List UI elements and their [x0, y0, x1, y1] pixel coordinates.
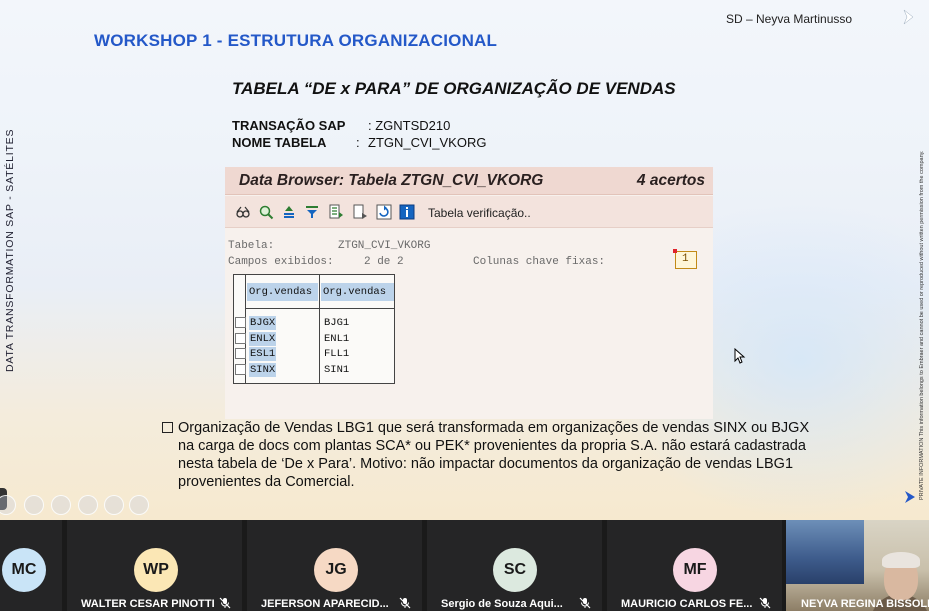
participant-name: MAURICIO CARLOS FE... — [621, 598, 753, 610]
transacao-value: : ZGNTSD210 — [368, 118, 451, 133]
campos-label: Campos exibidos: — [228, 256, 334, 268]
key-columns-input[interactable]: 1 — [673, 249, 697, 269]
next-arrow-icon[interactable] — [900, 8, 918, 26]
avatar: SC — [493, 548, 537, 592]
pen-icon[interactable] — [51, 495, 71, 515]
table-row[interactable]: BJGX BJG1 — [234, 316, 394, 331]
participant-tile[interactable]: WP WALTER CESAR PINOTTI — [67, 520, 242, 611]
next-slide-icon[interactable] — [24, 495, 44, 515]
bullet-checkbox-icon — [162, 422, 173, 433]
table-row[interactable]: ESL1 FLL1 — [234, 347, 394, 362]
table-title: TABELA “DE x PARA” DE ORGANIZAÇÃO DE VEN… — [232, 79, 676, 98]
participants-strip: MC WP WALTER CESAR PINOTTI JG JEFERSON A… — [0, 520, 929, 611]
private-information-notice: PRIVATE INFORMATION This information bel… — [919, 150, 925, 500]
row-select-checkbox[interactable] — [235, 333, 246, 344]
row-key: SINX — [249, 363, 277, 377]
column-header[interactable]: Org.vendas — [321, 283, 394, 301]
glasses-icon[interactable] — [235, 204, 251, 220]
nome-tabela-value: ZTGN_CVI_VKORG — [368, 135, 487, 150]
avatar: WP — [134, 548, 178, 592]
bullet-text: Organização de Vendas LBG1 que será tran… — [178, 420, 810, 490]
layout-icon[interactable] — [352, 204, 368, 220]
presentation-slide: SD – Neyva Martinusso WORKSHOP 1 - ESTRU… — [0, 0, 929, 520]
avatar: MC — [2, 548, 46, 592]
table-row[interactable]: SINX SIN1 — [234, 363, 394, 378]
info-icon[interactable] — [399, 204, 415, 220]
row-key: BJGX — [249, 316, 277, 330]
mic-muted-icon — [579, 597, 591, 609]
avatar: MF — [673, 548, 717, 592]
next-slide-arrow-icon[interactable] — [903, 490, 917, 504]
sap-hit-count: 4 acertos — [636, 172, 705, 189]
mouse-cursor-icon — [734, 348, 746, 364]
participant-tile[interactable]: JG JEFERSON APARECID... — [247, 520, 422, 611]
participant-video-tile[interactable]: NEYVA REGINA BISSOLI — [786, 520, 929, 611]
mic-muted-icon — [759, 597, 771, 609]
sap-header: Data Browser: Tabela ZTGN_CVI_VKORG 4 ac… — [225, 167, 713, 195]
row-key: ESL1 — [249, 347, 277, 361]
participant-video-hair — [882, 552, 920, 568]
row-select-checkbox[interactable] — [235, 348, 246, 359]
mic-muted-icon — [399, 597, 411, 609]
tabela-value: ZTGN_CVI_VKORG — [338, 240, 431, 252]
participant-tile[interactable]: MC — [0, 520, 62, 611]
presenter-label: SD – Neyva Martinusso — [726, 12, 853, 26]
filter-icon[interactable] — [304, 204, 320, 220]
avatar: JG — [314, 548, 358, 592]
participant-name: Sergio de Souza Aqui... — [441, 598, 563, 610]
tabela-verificacao-button[interactable]: Tabela verificação.. — [428, 206, 531, 220]
workshop-title: WORKSHOP 1 - ESTRUTURA ORGANIZACIONAL — [94, 31, 498, 50]
row-select-checkbox[interactable] — [235, 364, 246, 375]
participant-tile[interactable]: SC Sergio de Souza Aqui... — [427, 520, 602, 611]
transacao-label: TRANSAÇÃO SAP — [232, 118, 346, 133]
participant-name: JEFERSON APARECID... — [261, 598, 389, 610]
sap-data-browser-screenshot: Data Browser: Tabela ZTGN_CVI_VKORG 4 ac… — [225, 167, 713, 419]
vertical-side-label: DATA TRANSFORMATION SAP - SATÉLITES — [4, 128, 16, 372]
table-row[interactable]: ENLX ENL1 — [234, 332, 394, 347]
row-value: FLL1 — [324, 348, 350, 360]
sap-toolbar: Tabela verificação.. — [225, 196, 713, 228]
more-options-icon[interactable] — [129, 495, 149, 515]
campos-value: 2 de 2 — [364, 256, 404, 268]
participant-name: WALTER CESAR PINOTTI — [81, 598, 215, 610]
participant-tile[interactable]: MF MAURICIO CARLOS FE... — [607, 520, 782, 611]
row-value: SIN1 — [324, 364, 350, 376]
row-value: BJG1 — [324, 317, 350, 329]
participant-name: NEYVA REGINA BISSOLI — [801, 598, 929, 610]
nome-tabela-label: NOME TABELA — [232, 135, 327, 150]
mic-muted-icon — [219, 597, 231, 609]
previous-slide-icon[interactable] — [0, 495, 16, 515]
row-key: ENLX — [249, 332, 277, 346]
data-grid: Org.vendas Org.vendas BJGX BJG1 ENLX ENL… — [233, 274, 395, 384]
key-columns-value: 1 — [682, 253, 689, 265]
export-icon[interactable] — [328, 204, 344, 220]
nome-tabela-colon: : — [356, 135, 360, 150]
column-header[interactable]: Org.vendas — [247, 283, 318, 301]
slides-grid-icon[interactable] — [78, 495, 98, 515]
refresh-icon[interactable] — [376, 204, 392, 220]
row-select-checkbox[interactable] — [235, 317, 246, 328]
grid-divider — [245, 308, 395, 309]
background-painting — [786, 520, 864, 584]
sort-asc-icon[interactable] — [281, 204, 297, 220]
sap-header-title: Data Browser: Tabela ZTGN_CVI_VKORG — [239, 172, 544, 189]
chave-label: Colunas chave fixas: — [473, 256, 606, 268]
search-icon[interactable] — [258, 204, 274, 220]
row-value: ENL1 — [324, 333, 350, 345]
zoom-icon[interactable] — [104, 495, 124, 515]
tabela-label: Tabela: — [228, 240, 275, 252]
